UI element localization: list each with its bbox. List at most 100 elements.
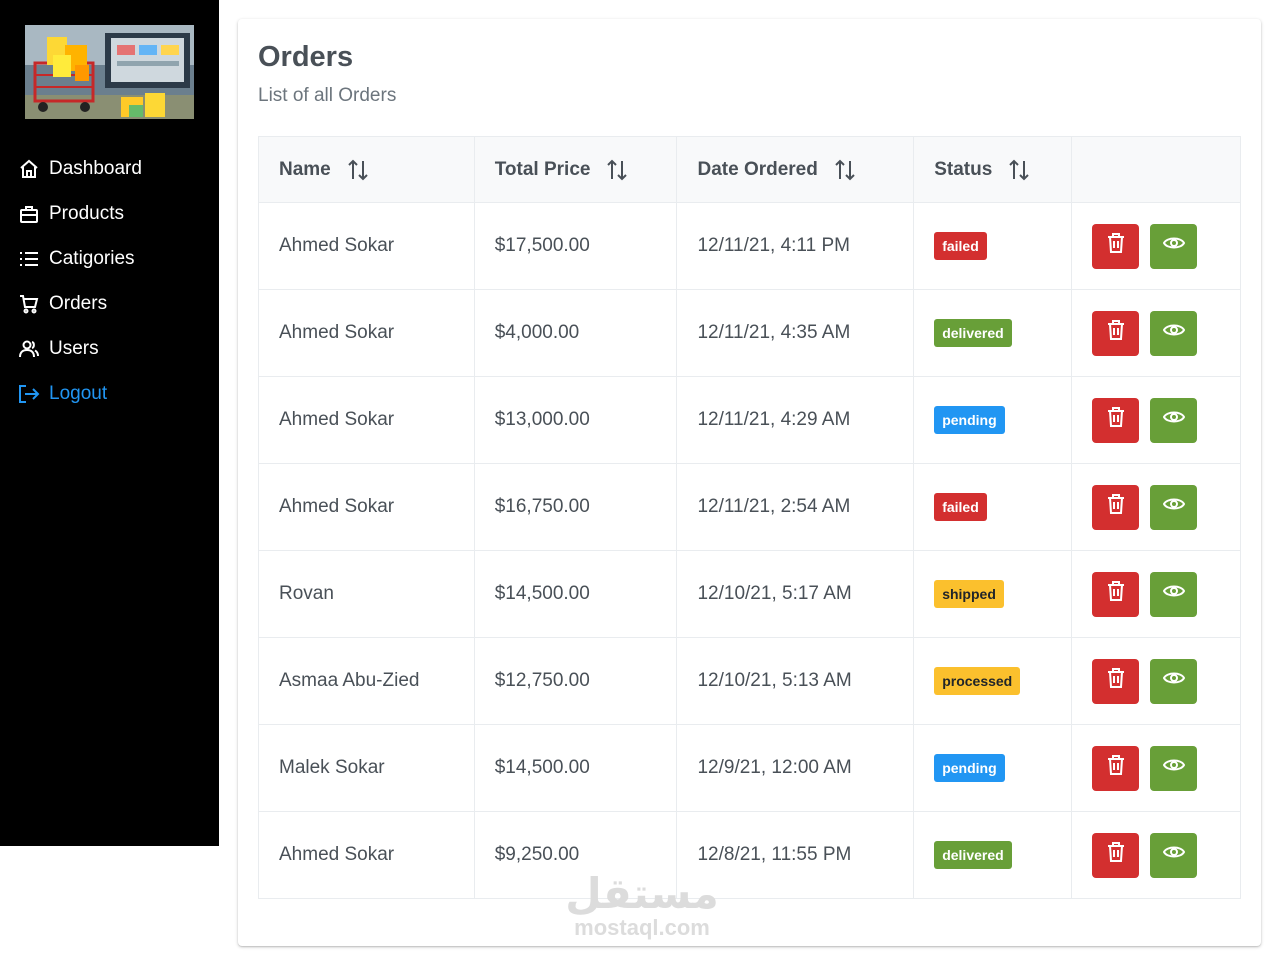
eye-icon xyxy=(1162,496,1185,518)
row-actions xyxy=(1092,745,1240,791)
table-row: Ahmed Sokar $13,000.00 12/11/21, 4:29 AM pe… xyxy=(258,376,1241,464)
row-actions xyxy=(1092,832,1240,878)
eye-icon xyxy=(1162,235,1185,257)
view-order-button[interactable] xyxy=(1150,397,1198,443)
eye-icon xyxy=(1162,670,1185,692)
trash-icon xyxy=(1106,667,1126,695)
delete-order-button[interactable] xyxy=(1092,745,1140,791)
view-order-button[interactable] xyxy=(1150,310,1198,356)
order-name-cell: Ahmed Sokar xyxy=(258,811,475,899)
order-date-cell: 12/11/21, 2:54 AM xyxy=(676,463,915,551)
eye-icon xyxy=(1162,322,1185,344)
sidebar-item-label: Catigories xyxy=(49,247,135,269)
eye-icon xyxy=(1162,844,1185,866)
view-order-button[interactable] xyxy=(1150,571,1198,617)
cart-icon xyxy=(18,293,40,315)
status-badge: processed xyxy=(934,667,1021,695)
home-icon xyxy=(18,158,40,180)
table-row: Malek Sokar $14,500.00 12/9/21, 12:00 AM pe… xyxy=(258,724,1241,812)
view-order-button[interactable] xyxy=(1150,745,1198,791)
logo-image xyxy=(25,25,194,119)
order-actions-cell xyxy=(1071,724,1241,812)
delete-order-button[interactable] xyxy=(1092,571,1140,617)
order-price-cell: $14,500.00 xyxy=(473,550,678,638)
order-date-cell: 12/10/21, 5:17 AM xyxy=(676,550,915,638)
order-actions-cell xyxy=(1071,637,1241,725)
sort-icon[interactable] xyxy=(606,158,628,182)
sidebar-item-dashboard[interactable]: Dashboard xyxy=(0,146,219,191)
order-price-cell: $16,750.00 xyxy=(473,463,678,551)
sidebar-item-label: Users xyxy=(49,337,99,359)
order-price-cell: $12,750.00 xyxy=(473,637,678,725)
trash-icon xyxy=(1106,493,1126,521)
eye-icon xyxy=(1162,757,1185,779)
order-date-cell: 12/11/21, 4:29 AM xyxy=(676,376,915,464)
trash-icon xyxy=(1106,841,1126,869)
view-order-button[interactable] xyxy=(1150,484,1198,530)
list-icon xyxy=(18,248,40,270)
delete-order-button[interactable] xyxy=(1092,310,1140,356)
sort-icon[interactable] xyxy=(834,158,856,182)
order-status-cell: failed xyxy=(913,463,1073,551)
delete-order-button[interactable] xyxy=(1092,484,1140,530)
trash-icon xyxy=(1106,319,1126,347)
column-header-name[interactable]: Name xyxy=(258,136,475,203)
status-badge: pending xyxy=(934,406,1005,434)
watermark-latin: mostaql.com xyxy=(574,915,710,940)
orders-table: Name Total Price Date Ordered Status Ahm… xyxy=(258,136,1241,899)
status-badge: delivered xyxy=(934,841,1012,869)
row-actions xyxy=(1092,484,1240,530)
order-name-cell: Rovan xyxy=(258,550,475,638)
delete-order-button[interactable] xyxy=(1092,658,1140,704)
order-price-cell: $4,000.00 xyxy=(473,289,678,377)
watermark-arabic: مستقل xyxy=(565,869,719,918)
order-status-cell: failed xyxy=(913,202,1073,290)
column-header-status[interactable]: Status xyxy=(913,136,1073,203)
order-actions-cell xyxy=(1071,202,1241,290)
order-actions-cell xyxy=(1071,376,1241,464)
view-order-button[interactable] xyxy=(1150,832,1198,878)
sidebar-item-label: Orders xyxy=(49,292,108,314)
order-status-cell: shipped xyxy=(913,550,1073,638)
table-row: Ahmed Sokar $4,000.00 12/11/21, 4:35 AM del… xyxy=(258,289,1241,377)
order-date-cell: 12/11/21, 4:11 PM xyxy=(676,202,915,290)
sidebar-item-categories[interactable]: Catigories xyxy=(0,236,219,281)
column-header-total-price[interactable]: Total Price xyxy=(473,136,678,203)
order-actions-cell xyxy=(1071,811,1241,899)
logout-icon xyxy=(18,383,40,405)
sort-icon[interactable] xyxy=(347,158,369,182)
sidebar-item-products[interactable]: Products xyxy=(0,191,219,236)
order-actions-cell xyxy=(1071,550,1241,638)
order-name-cell: Ahmed Sokar xyxy=(258,376,475,464)
row-actions xyxy=(1092,223,1240,269)
status-badge: shipped xyxy=(934,580,1004,608)
column-label: Name xyxy=(279,158,331,180)
row-actions xyxy=(1092,310,1240,356)
sidebar-item-logout[interactable]: Logout xyxy=(0,371,219,416)
order-price-cell: $14,500.00 xyxy=(473,724,678,812)
table-row: Ahmed Sokar $9,250.00 12/8/21, 11:55 PM del… xyxy=(258,811,1241,899)
delete-order-button[interactable] xyxy=(1092,223,1140,269)
row-actions xyxy=(1092,658,1240,704)
eye-icon xyxy=(1162,583,1185,605)
column-header-date-ordered[interactable]: Date Ordered xyxy=(676,136,915,203)
table-row: Rovan $14,500.00 12/10/21, 5:17 AM shipped xyxy=(258,550,1241,638)
column-label: Total Price xyxy=(494,158,591,180)
eye-icon xyxy=(1162,409,1185,431)
table-header-row: Name Total Price Date Ordered Status xyxy=(258,136,1241,203)
sidebar-item-label: Products xyxy=(49,202,124,224)
order-name-cell: Ahmed Sokar xyxy=(258,202,475,290)
delete-order-button[interactable] xyxy=(1092,832,1140,878)
delete-order-button[interactable] xyxy=(1092,397,1140,443)
trash-icon xyxy=(1106,406,1126,434)
sidebar-item-orders[interactable]: Orders xyxy=(0,281,219,326)
order-date-cell: 12/10/21, 5:13 AM xyxy=(676,637,915,725)
order-name-cell: Ahmed Sokar xyxy=(258,289,475,377)
view-order-button[interactable] xyxy=(1150,223,1198,269)
sort-icon[interactable] xyxy=(1008,158,1030,182)
order-status-cell: delivered xyxy=(913,289,1073,377)
view-order-button[interactable] xyxy=(1150,658,1198,704)
sidebar-item-users[interactable]: Users xyxy=(0,326,219,371)
orders-table-body: Ahmed Sokar $17,500.00 12/11/21, 4:11 PM fa… xyxy=(258,202,1241,899)
sidebar-nav: Dashboard Products Catigories Orders Use… xyxy=(0,146,219,416)
